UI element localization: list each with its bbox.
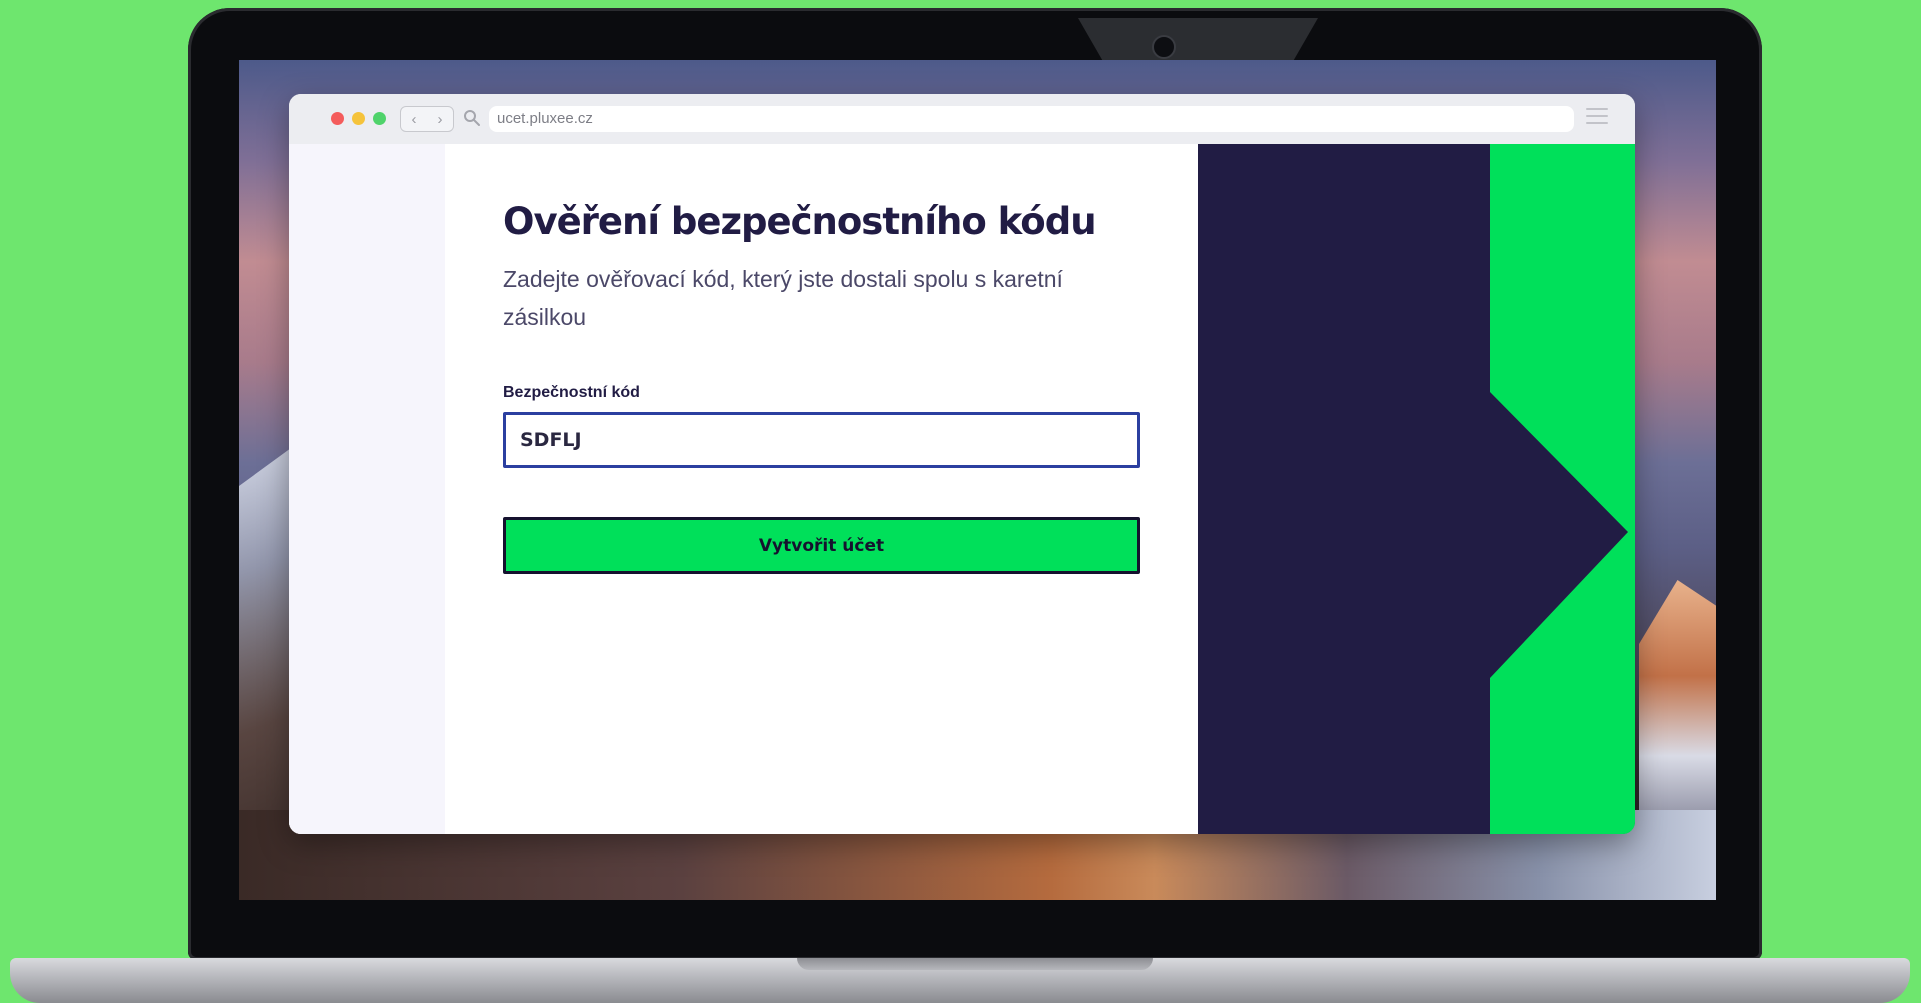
chevron-left-icon: ‹ [411, 110, 417, 128]
laptop-base-groove [797, 958, 1153, 970]
close-window-button[interactable] [331, 112, 344, 125]
stage: ‹ › ucet.pluxee.cz Ověření bezpečnostníh… [0, 0, 1921, 1003]
brand-hero-panel [1198, 144, 1635, 834]
page-subtitle: Zadejte ověřovací kód, který jste dostal… [503, 266, 1063, 330]
back-button[interactable]: ‹ [401, 107, 427, 131]
chevron-right-icon: › [437, 110, 443, 128]
minimize-window-button[interactable] [352, 112, 365, 125]
page-title: Ověření bezpečnostního kódu [503, 200, 1097, 243]
left-sidebar-strip [289, 144, 445, 834]
verification-form: Ověření bezpečnostního kódu Zadejte ověř… [503, 200, 1143, 574]
maximize-window-button[interactable] [373, 112, 386, 125]
navigation-buttons: ‹ › [400, 106, 454, 132]
search-icon[interactable] [463, 109, 481, 127]
browser-window: ‹ › ucet.pluxee.cz Ověření bezpečnostníh… [289, 94, 1635, 834]
browser-toolbar: ‹ › ucet.pluxee.cz [289, 94, 1635, 145]
hamburger-menu-icon[interactable] [1586, 108, 1608, 128]
create-account-button[interactable]: Vytvořit účet [503, 517, 1140, 574]
security-code-label: Bezpečnostní kód [503, 384, 640, 401]
verification-page: Ověření bezpečnostního kódu Zadejte ověř… [289, 144, 1635, 834]
address-bar[interactable]: ucet.pluxee.cz [489, 106, 1574, 132]
security-code-input[interactable] [503, 412, 1140, 468]
brand-arrow-graphic [1490, 144, 1635, 834]
webcam-icon [1152, 35, 1176, 59]
forward-button[interactable]: › [427, 107, 453, 131]
